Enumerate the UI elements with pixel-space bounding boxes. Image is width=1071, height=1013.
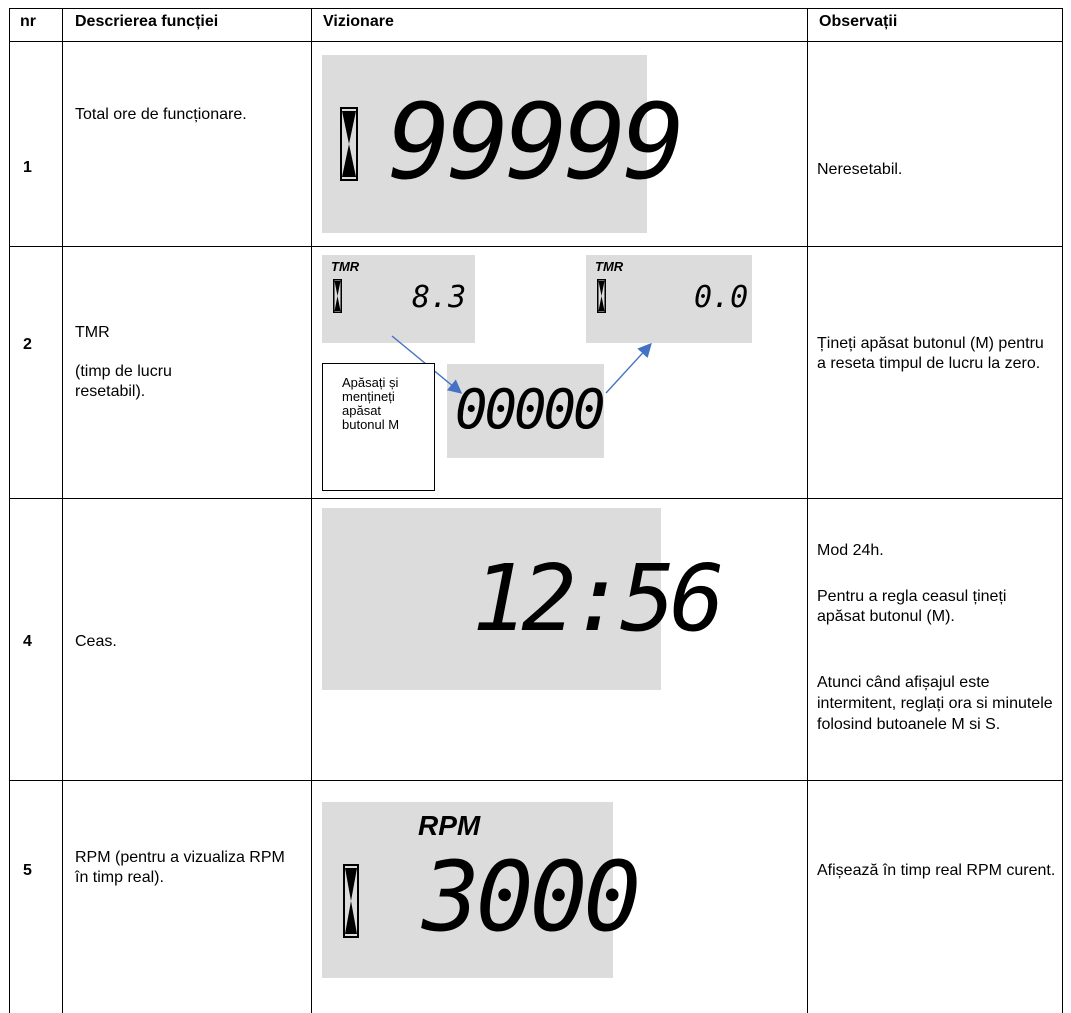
instruction-box: Apăsați și mențineți apăsat butonul M <box>322 363 435 491</box>
lcd-display-clock: 12:56 <box>322 508 725 690</box>
row-note: Țineți apăsat butonul (M) pentru a reset… <box>817 335 1044 372</box>
arrow-to-reset <box>605 342 652 394</box>
clock-digits: 12:56 <box>472 545 725 652</box>
instruction-text: Apăsați și mențineți apăsat butonul M <box>342 375 400 432</box>
row-description: RPM (pentru a vizualiza RPM în timp real… <box>75 849 285 886</box>
rpm-digits: 3000 <box>422 841 641 953</box>
row-number: 5 <box>23 862 32 879</box>
lcd-display-rpm: RPM 3000 <box>322 802 641 978</box>
row-description: Ceas. <box>75 633 117 650</box>
row-note-mode: Mod 24h. <box>817 542 884 559</box>
hourglass-icon <box>343 864 359 938</box>
row-number: 4 <box>23 633 32 650</box>
row-note-adjust: Pentru a regla ceasul țineți apăsat buto… <box>817 588 1007 625</box>
row-note: Afișează în timp real RPM curent. <box>817 862 1056 879</box>
rpm-label: RPM <box>418 810 481 841</box>
row-note-blinking: Atunci când afișajul este intermitent, r… <box>817 674 1053 733</box>
